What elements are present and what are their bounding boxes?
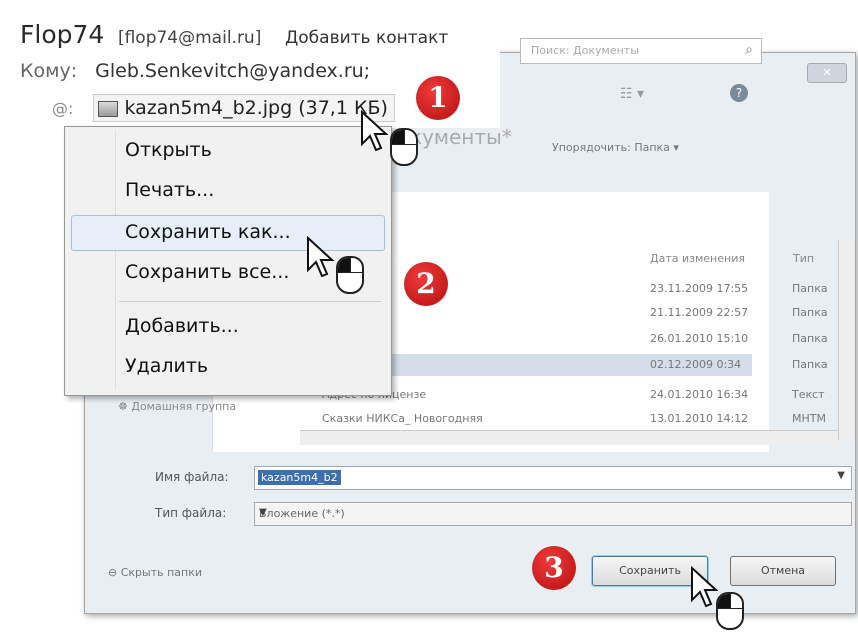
search-input[interactable]: Поиск: Документы ⌕ bbox=[520, 38, 762, 64]
chevron-down-icon[interactable]: ▼ bbox=[259, 507, 845, 518]
attachment-label: kazan5m4_b2.jpg (37,1 КБ) bbox=[124, 97, 388, 119]
sender-name: Flop74 bbox=[20, 20, 105, 49]
step-badge-3: 3 bbox=[532, 546, 576, 590]
arrange-by[interactable]: Упорядочить: Папка ▾ bbox=[552, 141, 679, 154]
recipient-email[interactable]: Gleb.Senkevitch@yandex.ru; bbox=[95, 60, 370, 82]
attachment-line: @: kazan5m4_b2.jpg (37,1 КБ) bbox=[52, 94, 395, 122]
sender-line: Flop74 [flop74@mail.ru] Добавить контакт bbox=[20, 20, 448, 49]
filename-value: kazan5m4_b2 bbox=[258, 470, 341, 485]
help-icon[interactable]: ? bbox=[730, 84, 748, 102]
arrange-value[interactable]: Папка ▾ bbox=[634, 141, 679, 154]
filetype-label: Тип файла: bbox=[155, 506, 227, 520]
step-badge-1: 1 bbox=[416, 76, 460, 120]
column-header-type[interactable]: Тип bbox=[793, 252, 814, 265]
filename-label: Имя файла: bbox=[155, 470, 229, 484]
sidebar-item-homegroup[interactable]: ☸ Домашняя группа bbox=[118, 400, 236, 413]
chevron-up-icon: ⊖ bbox=[108, 566, 121, 579]
menu-item-open[interactable]: Открыть bbox=[125, 139, 212, 161]
arrange-label: Упорядочить: bbox=[552, 141, 631, 154]
chevron-down-icon[interactable]: ▼ bbox=[837, 470, 845, 481]
menu-item-save-all[interactable]: Сохранить все... bbox=[125, 261, 289, 283]
add-contact-link[interactable]: Добавить контакт bbox=[285, 28, 448, 48]
to-label: Кому: bbox=[20, 60, 78, 82]
search-icon: ⌕ bbox=[745, 42, 753, 58]
column-header-date[interactable]: Дата изменения bbox=[650, 252, 745, 265]
filename-input[interactable]: kazan5m4_b2 ▼ bbox=[254, 466, 852, 490]
hide-folders-toggle[interactable]: ⊖ Скрыть папки bbox=[108, 566, 202, 579]
menu-item-delete[interactable]: Удалить bbox=[125, 355, 208, 377]
vertical-scrollbar[interactable] bbox=[838, 240, 853, 440]
filetype-select[interactable]: Вложение (*.*) ▼ bbox=[254, 502, 852, 526]
recipient-line: Кому: Gleb.Senkevitch@yandex.ru; bbox=[20, 60, 370, 82]
arrow-cursor-icon bbox=[361, 110, 389, 152]
menu-item-save-as[interactable]: Сохранить как... bbox=[125, 221, 291, 243]
image-file-icon bbox=[98, 100, 119, 117]
menu-item-print[interactable]: Печать... bbox=[125, 179, 214, 201]
search-placeholder: Поиск: Документы bbox=[531, 44, 639, 57]
menu-gutter bbox=[115, 131, 116, 389]
horizontal-scrollbar[interactable] bbox=[300, 430, 840, 445]
cancel-button[interactable]: Отмена bbox=[730, 556, 836, 586]
mouse-left-click-icon bbox=[336, 256, 364, 294]
paperclip-icon: @: bbox=[52, 99, 74, 118]
arrow-cursor-icon bbox=[307, 236, 335, 278]
homegroup-icon: ☸ bbox=[118, 400, 132, 413]
menu-divider bbox=[119, 301, 381, 302]
table-row[interactable]: Сказки НИКСа_ Новогодняя 13.01.2010 14:12… bbox=[212, 408, 826, 430]
mouse-left-click-icon bbox=[716, 592, 744, 630]
attachment-link[interactable]: kazan5m4_b2.jpg (37,1 КБ) bbox=[93, 94, 395, 122]
library-title: кументы* bbox=[410, 125, 512, 149]
sender-email: [flop74@mail.ru] bbox=[117, 28, 262, 48]
step-badge-2: 2 bbox=[404, 262, 448, 306]
mouse-left-click-icon bbox=[390, 128, 418, 166]
dialog-close-button[interactable]: ✕ bbox=[807, 63, 847, 83]
view-options-button[interactable]: ☷ ▾ bbox=[620, 86, 644, 102]
menu-item-add[interactable]: Добавить... bbox=[125, 315, 239, 337]
